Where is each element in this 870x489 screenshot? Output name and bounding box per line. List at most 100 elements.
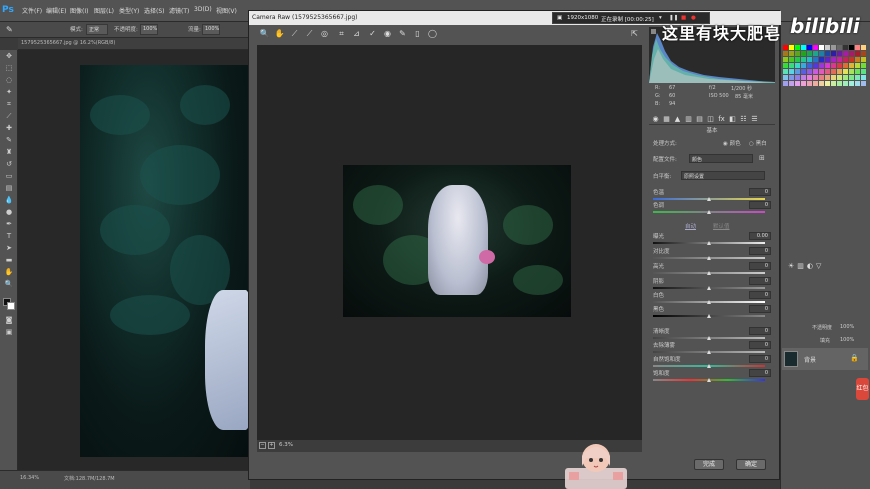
- default-link[interactable]: 默认值: [713, 222, 730, 230]
- swatch[interactable]: [837, 81, 842, 86]
- swatch[interactable]: [825, 51, 830, 56]
- detail-icon[interactable]: ▲: [673, 115, 682, 124]
- swatch[interactable]: [861, 75, 866, 80]
- swatch[interactable]: [795, 45, 800, 50]
- swatch[interactable]: [801, 75, 806, 80]
- swatch[interactable]: [849, 81, 854, 86]
- swatch[interactable]: [849, 51, 854, 56]
- slider-knob[interactable]: [707, 364, 711, 368]
- swatch[interactable]: [789, 51, 794, 56]
- swatch[interactable]: [831, 51, 836, 56]
- document-tab[interactable]: 1579525365667.jpg @ 16.2%(RGB/8): [18, 38, 250, 50]
- brush-tool-icon[interactable]: ✎: [6, 25, 16, 35]
- swatch[interactable]: [795, 51, 800, 56]
- menu-file[interactable]: 文件(F): [22, 6, 42, 15]
- swatch[interactable]: [861, 57, 866, 62]
- swatch[interactable]: [819, 45, 824, 50]
- swatch[interactable]: [825, 69, 830, 74]
- swatch[interactable]: [849, 63, 854, 68]
- marquee-tool-icon[interactable]: ⬚: [3, 64, 15, 73]
- swatch[interactable]: [795, 63, 800, 68]
- shadow-clip-icon[interactable]: [651, 29, 656, 34]
- blur-tool-icon[interactable]: 💧: [3, 196, 15, 205]
- swatch[interactable]: [843, 69, 848, 74]
- slider-value-input[interactable]: 0: [749, 327, 771, 335]
- move-tool-icon[interactable]: ✥: [3, 52, 15, 61]
- swatch[interactable]: [837, 69, 842, 74]
- mode-select[interactable]: 正常: [86, 24, 108, 35]
- red-eye-icon[interactable]: ◉: [382, 28, 393, 39]
- swatch[interactable]: [849, 57, 854, 62]
- fullscreen-icon[interactable]: ⇱: [629, 28, 640, 39]
- spot-removal-icon[interactable]: ✓: [367, 28, 378, 39]
- crop-icon[interactable]: ⌗: [336, 28, 347, 39]
- swatch[interactable]: [783, 51, 788, 56]
- treatment-color-radio[interactable]: ◉ 颜色: [723, 139, 741, 147]
- swatch[interactable]: [819, 63, 824, 68]
- split-toning-icon[interactable]: ▤: [695, 115, 704, 124]
- swatch[interactable]: [861, 45, 866, 50]
- lens-icon[interactable]: ◫: [706, 115, 715, 124]
- slider-knob[interactable]: [707, 314, 711, 318]
- slider-value-input[interactable]: 0: [749, 369, 771, 377]
- swatch[interactable]: [837, 51, 842, 56]
- swatch[interactable]: [831, 81, 836, 86]
- graduated-filter-icon[interactable]: ▯: [412, 28, 423, 39]
- swatch[interactable]: [831, 45, 836, 50]
- status-zoom[interactable]: 16.34%: [20, 475, 39, 481]
- zoom-out-button[interactable]: −: [259, 442, 266, 449]
- swatch[interactable]: [783, 69, 788, 74]
- swatch[interactable]: [849, 45, 854, 50]
- zoom-icon[interactable]: 🔍: [259, 28, 270, 39]
- swatch[interactable]: [789, 69, 794, 74]
- swatch[interactable]: [861, 63, 866, 68]
- swatch[interactable]: [813, 57, 818, 62]
- swatch[interactable]: [849, 75, 854, 80]
- radial-filter-icon[interactable]: ◯: [427, 28, 438, 39]
- swatch[interactable]: [855, 69, 860, 74]
- slider-value-input[interactable]: 0: [749, 341, 771, 349]
- swatch[interactable]: [855, 51, 860, 56]
- ok-button[interactable]: 确定: [736, 459, 766, 470]
- swatch[interactable]: [813, 63, 818, 68]
- swatch[interactable]: [825, 75, 830, 80]
- straighten-icon[interactable]: ⊿: [351, 28, 362, 39]
- zoom-in-button[interactable]: +: [268, 442, 275, 449]
- swatch[interactable]: [831, 69, 836, 74]
- swatch[interactable]: [831, 63, 836, 68]
- swatch[interactable]: [861, 81, 866, 86]
- slider-knob[interactable]: [707, 350, 711, 354]
- swatch[interactable]: [795, 57, 800, 62]
- swatch[interactable]: [843, 63, 848, 68]
- swatch[interactable]: [831, 75, 836, 80]
- swatch[interactable]: [837, 45, 842, 50]
- treatment-bw-radio[interactable]: ○ 黑白: [749, 139, 767, 147]
- swatch[interactable]: [807, 63, 812, 68]
- swatch[interactable]: [837, 57, 842, 62]
- slider-value-input[interactable]: 0: [749, 247, 771, 255]
- snapshots-icon[interactable]: ☰: [750, 115, 759, 124]
- screen-mode-icon[interactable]: ▣: [3, 328, 15, 337]
- swatch[interactable]: [783, 57, 788, 62]
- swatch[interactable]: [789, 45, 794, 50]
- swatch[interactable]: [855, 63, 860, 68]
- slider-value-input[interactable]: 0: [749, 277, 771, 285]
- done-button[interactable]: 完成: [694, 459, 724, 470]
- swatch[interactable]: [807, 69, 812, 74]
- slider-value-input[interactable]: 0: [749, 262, 771, 270]
- swatch[interactable]: [849, 69, 854, 74]
- targeted-adjust-icon[interactable]: ◎: [319, 28, 330, 39]
- swatch[interactable]: [807, 51, 812, 56]
- swatch[interactable]: [801, 57, 806, 62]
- color-sampler-icon[interactable]: ⟋: [304, 28, 315, 39]
- slider-value-input[interactable]: 0.00: [749, 232, 771, 240]
- slider-value-input[interactable]: 0: [749, 188, 771, 196]
- layer-opacity-value[interactable]: 100%: [840, 324, 854, 330]
- menu-filter[interactable]: 滤镜(T): [169, 6, 189, 15]
- menu-select[interactable]: 选择(S): [144, 6, 165, 15]
- wb-select[interactable]: 原照设置: [681, 171, 765, 180]
- swatch[interactable]: [789, 81, 794, 86]
- crop-tool-icon[interactable]: ⌗: [3, 100, 15, 109]
- hsl-icon[interactable]: ▥: [684, 115, 693, 124]
- swatch[interactable]: [819, 51, 824, 56]
